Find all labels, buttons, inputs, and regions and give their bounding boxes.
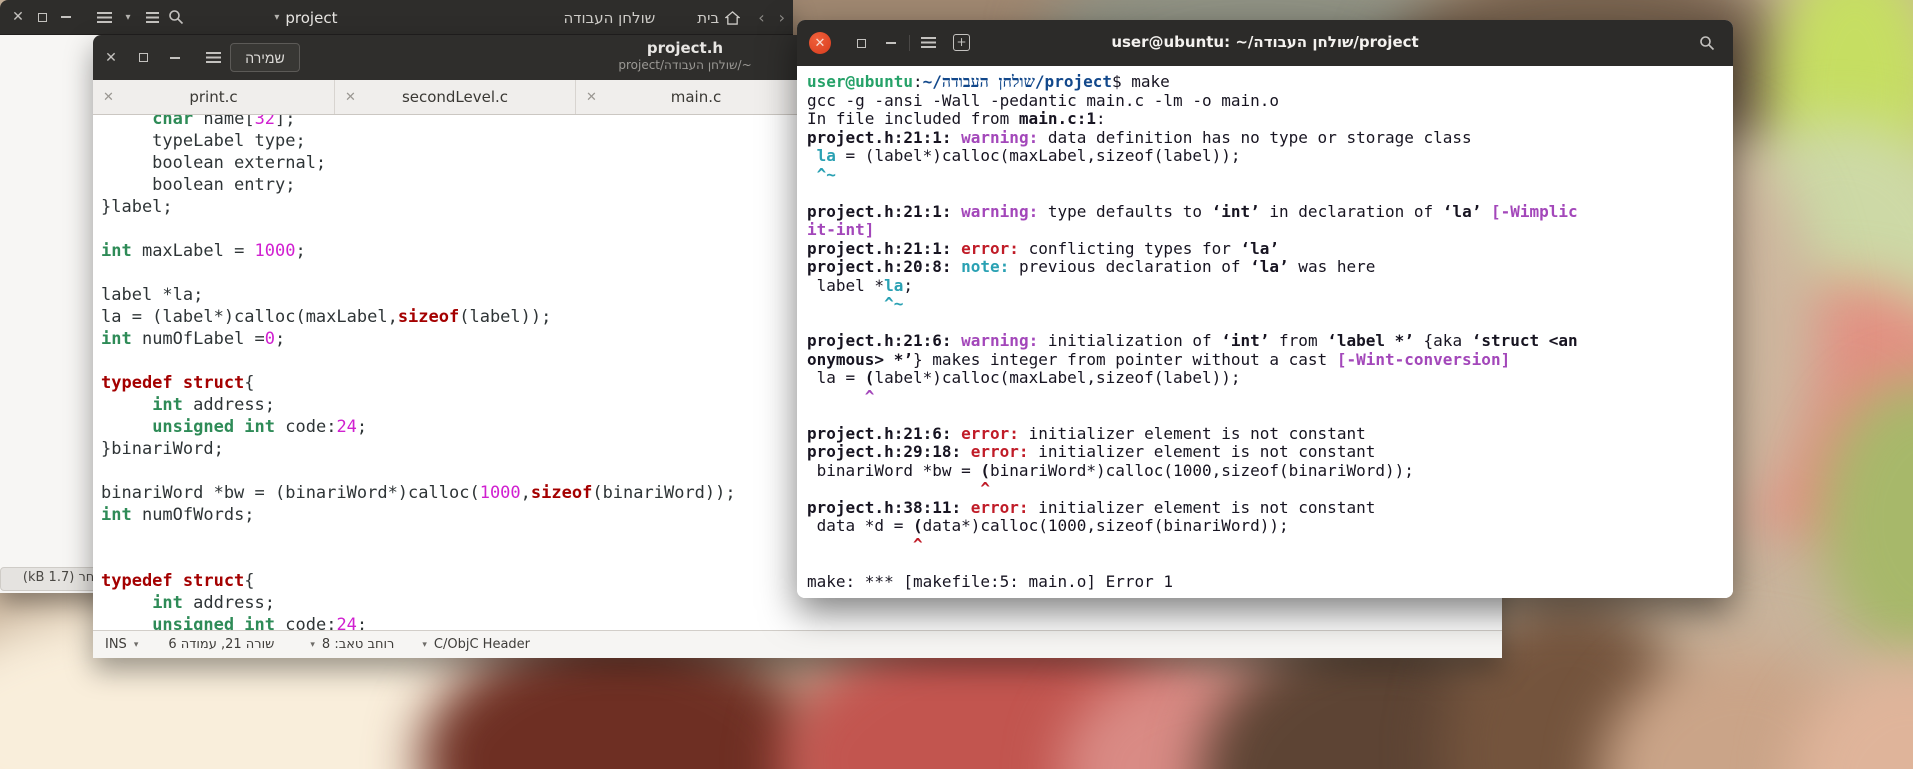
terminal-line: project.h:21:6: warning: initialization … xyxy=(807,331,1578,350)
minimize-icon[interactable] xyxy=(163,46,187,70)
terminal-line: data *d = (data*)calloc(1000,sizeof(bina… xyxy=(807,516,1289,535)
tab-label: main.c xyxy=(670,88,722,106)
menu-icon[interactable] xyxy=(92,5,116,29)
close-icon[interactable]: ✕ xyxy=(586,90,597,105)
terminal-line: gcc -g -ansi -Wall -pedantic main.c -lm … xyxy=(807,90,1280,110)
terminal-line: la = (label*)calloc(maxLabel,sizeof(labe… xyxy=(807,368,1241,387)
terminal-title: user@ubuntu: ~/שולחן העבודה/project xyxy=(1111,33,1419,51)
terminal-line: la = (label*)calloc(maxLabel,sizeof(labe… xyxy=(816,146,1241,165)
chevron-down-icon: ▾ xyxy=(310,639,315,650)
tab-width-selector[interactable]: רוחב טאב: 8 ▾ xyxy=(310,637,394,652)
search-icon[interactable] xyxy=(1699,35,1715,55)
editor-title-block: project.h ~/שולחן העבודה/project xyxy=(535,39,835,73)
breadcrumb: ‹ › בית שולחן העבודה project ▾ xyxy=(266,0,785,35)
editor-status-bar: INS ▾ שורה 21, עמודה 6 רוחב טאב: 8 ▾ C/O… xyxy=(93,630,1502,658)
terminal-line: ^~ xyxy=(816,164,836,184)
editor-tab[interactable]: ✕ secondLevel.c xyxy=(334,80,575,114)
terminal-line: ^ xyxy=(980,479,991,498)
terminal-output[interactable]: user@ubuntu:~/שולחן העבודה/project$ make… xyxy=(797,66,1733,598)
save-button[interactable]: שמירה xyxy=(230,43,300,72)
editor-tab[interactable]: ✕ print.c xyxy=(93,80,334,114)
menu-icon[interactable] xyxy=(201,46,225,70)
minimize-icon[interactable] xyxy=(54,5,78,29)
cursor-position: שורה 21, עמודה 6 xyxy=(168,637,275,652)
chevron-down-icon: ▾ xyxy=(274,12,280,23)
tab-label: print.c xyxy=(189,88,238,106)
document-title: project.h xyxy=(646,39,724,57)
maximize-icon[interactable] xyxy=(131,46,155,70)
terminal-line: project.h:21:6: error: initializer eleme… xyxy=(807,423,1366,443)
nav-forward-icon[interactable]: › xyxy=(779,8,785,27)
document-path: ~/שולחן העבודה/project xyxy=(618,57,752,72)
close-icon[interactable]: ✕ xyxy=(6,5,30,29)
home-icon xyxy=(725,10,741,25)
close-icon[interactable]: ✕ xyxy=(103,90,114,105)
maximize-icon[interactable] xyxy=(30,5,54,29)
terminal-line: user@ubuntu:~/שולחן העבודה/project$ make xyxy=(807,72,1170,91)
code-line: unsigned int code:24; xyxy=(152,615,368,630)
chevron-down-icon[interactable]: ▾ xyxy=(116,5,140,29)
breadcrumb-home[interactable]: בית xyxy=(689,9,748,27)
editor-tab[interactable]: ✕ main.c xyxy=(575,80,816,114)
close-icon[interactable]: ✕ xyxy=(345,90,356,105)
terminal-line: onymous> *’} makes integer from pointer … xyxy=(807,349,1511,369)
language-selector[interactable]: C/ObjC Header ▾ xyxy=(422,637,530,652)
chevron-down-icon: ▾ xyxy=(133,639,139,650)
terminal-line: In file included from main.c:1: xyxy=(807,109,1106,128)
terminal-line: project.h:38:11: error: initializer elem… xyxy=(807,497,1376,517)
terminal-line: ^~ xyxy=(884,294,904,313)
terminal-line: it-int] xyxy=(807,220,875,239)
terminal-line: project.h:21:1: warning: data definition… xyxy=(807,127,1472,147)
file-manager-headerbar: ✕ ▾ ‹ › בית שולחן העבודה project ▾ xyxy=(0,0,793,35)
insert-mode-selector[interactable]: INS ▾ xyxy=(105,637,138,652)
chevron-down-icon: ▾ xyxy=(422,639,427,650)
terminal-window: ✕ + user@ubuntu: ~/שולחן העבודה/project … xyxy=(797,20,1733,598)
breadcrumb-current-folder[interactable]: project ▾ xyxy=(266,9,345,27)
terminal-line: ^ xyxy=(864,386,875,406)
terminal-line: make: *** [makefile:5: main.o] Error 1 xyxy=(807,571,1174,591)
terminal-line: project.h:21:1: error: conflicting types… xyxy=(807,238,1280,258)
terminal-headerbar: ✕ + user@ubuntu: ~/שולחן העבודה/project xyxy=(797,20,1733,66)
desktop: ✕ ▾ ‹ › בית שולחן העבודה project ▾ נבחר … xyxy=(0,0,1913,769)
list-view-icon[interactable] xyxy=(140,5,164,29)
terminal-line: binariWord *bw = (binariWord*)calloc(100… xyxy=(807,460,1414,480)
nav-back-icon[interactable]: ‹ xyxy=(758,8,764,27)
terminal-line: label *la; xyxy=(807,275,913,295)
terminal-line: ^ xyxy=(912,534,923,554)
search-icon[interactable] xyxy=(164,5,188,29)
terminal-line: project.h:29:18: error: initializer elem… xyxy=(807,442,1376,461)
terminal-line: project.h:20:8: note: previous declarati… xyxy=(807,257,1376,276)
close-icon[interactable]: ✕ xyxy=(99,46,123,70)
terminal-line: project.h:21:1: warning: type defaults t… xyxy=(807,201,1578,221)
tab-label: secondLevel.c xyxy=(401,88,509,106)
breadcrumb-desktop[interactable]: שולחן העבודה xyxy=(555,9,663,27)
